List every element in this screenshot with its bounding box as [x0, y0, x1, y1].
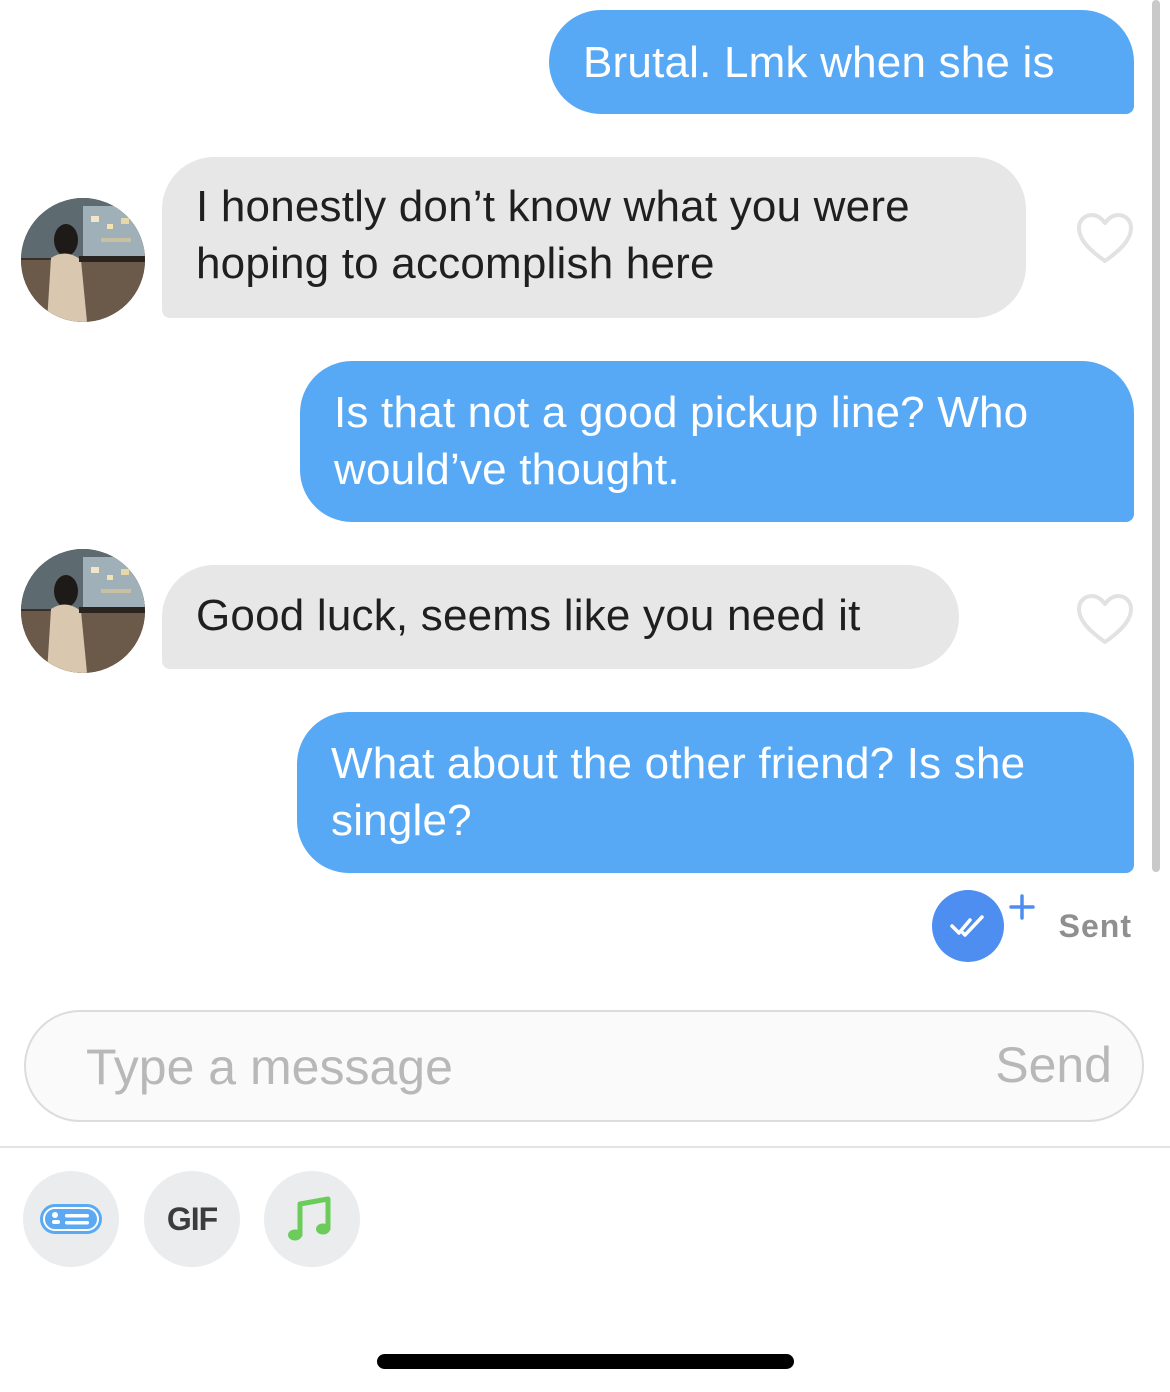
- outgoing-message[interactable]: Brutal. Lmk when she is: [549, 10, 1134, 114]
- avatar-photo: [21, 198, 145, 322]
- avatar[interactable]: [21, 549, 145, 673]
- outgoing-message[interactable]: What about the other friend? Is she sing…: [297, 712, 1134, 873]
- scrollbar[interactable]: [1152, 0, 1160, 872]
- incoming-message[interactable]: I honestly don’t know what you were hopi…: [162, 157, 1026, 318]
- home-indicator[interactable]: [377, 1354, 794, 1369]
- send-button[interactable]: Send: [995, 1036, 1112, 1094]
- gif-button[interactable]: GIF: [144, 1171, 240, 1267]
- message-status: Sent: [1058, 908, 1132, 944]
- heart-outline-icon[interactable]: [1075, 211, 1135, 265]
- gif-label: GIF: [166, 1201, 218, 1237]
- message-composer: Send: [24, 1010, 1144, 1122]
- sticker-icon: [40, 1204, 102, 1234]
- music-button[interactable]: [264, 1171, 360, 1267]
- outgoing-message[interactable]: Is that not a good pickup line? Who woul…: [300, 361, 1134, 522]
- message-input[interactable]: [84, 1034, 908, 1100]
- incoming-message[interactable]: Good luck, seems like you need it: [162, 565, 959, 669]
- music-note-icon: [288, 1196, 331, 1241]
- divider: [0, 1146, 1170, 1148]
- double-check-icon: [950, 915, 984, 937]
- read-receipt-button[interactable]: [932, 890, 1004, 962]
- avatar-photo: [21, 549, 145, 673]
- avatar[interactable]: [21, 198, 145, 322]
- sticker-button[interactable]: [23, 1171, 119, 1267]
- heart-outline-icon[interactable]: [1075, 592, 1135, 646]
- chat-screen: Brutal. Lmk when she is I honestly don’t…: [0, 0, 1170, 1392]
